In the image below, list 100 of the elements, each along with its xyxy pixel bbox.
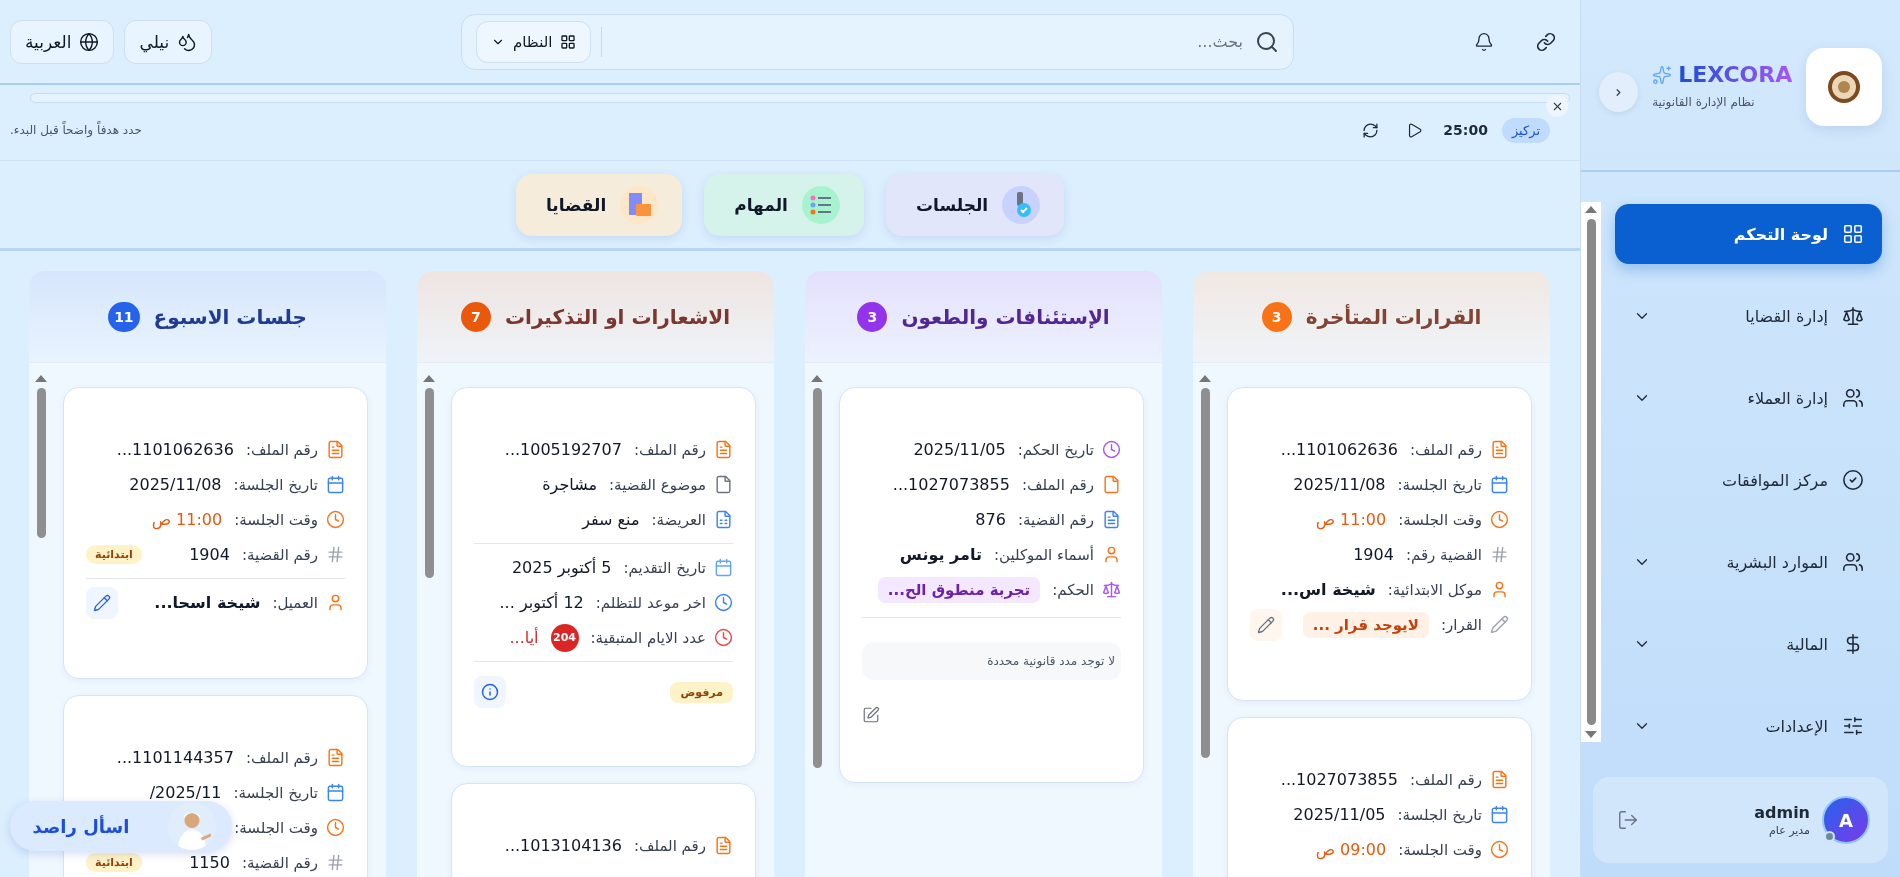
brand-subtitle: نظام الإدارة القانونية [1652,95,1755,109]
status-chip: مرفوض [670,681,733,703]
sidebar-item[interactable]: الإعدادات [1615,696,1882,756]
column-title: الاشعارات او التذكيرات [504,304,731,329]
field-value: 11:00 ص [151,510,223,529]
count-badge: 3 [857,301,888,332]
sidebar-item[interactable]: لوحة التحكم [1615,204,1882,264]
count-badge: 204 [550,623,579,652]
field-value: 1013104136... [504,836,622,855]
field-label: القضية رقم: [1405,545,1482,564]
field-label: تاريخ التقديم: [623,558,706,577]
pencil-icon [1257,615,1275,634]
field-value: 1027073855... [1280,770,1398,789]
grid-icon [1842,223,1864,245]
field-label: عدد الايام المتبقية: [590,628,706,647]
scales-icon [1842,305,1864,327]
mode-tag: تركيز [1501,117,1550,143]
checklist-icon [801,185,840,224]
field-label: رقم الملف: [1021,475,1094,494]
file-icon [1102,475,1121,494]
system-dropdown[interactable]: النظام [476,20,592,63]
field-value: شيخة اسحا... [154,593,261,612]
link-icon [1536,31,1556,52]
info-icon [481,683,499,701]
avatar: A [1822,796,1870,844]
scales-icon [1102,580,1121,599]
field-label: تاريخ الجلسة: [233,783,318,802]
pencil-icon [1490,615,1509,634]
count-badge: 11 [108,301,140,332]
sidebar-item[interactable]: الموارد البشرية [1615,532,1882,592]
hash-icon [1490,545,1509,564]
sparkle-icon [1652,64,1673,85]
field-label: رقم الملف: [633,440,706,459]
edit-button[interactable] [86,586,118,619]
edit-icon [862,706,880,724]
refresh-icon [1361,121,1379,139]
calendar-icon [326,475,345,494]
hash-icon [326,545,345,564]
field-value: 5 أكتوبر 2025 [511,558,612,577]
view-tab[interactable]: المهام [704,173,864,236]
field-value: 1904 [1353,545,1394,564]
field-label: القرار: [1440,615,1482,634]
bell-icon [1474,31,1494,52]
clock-icon [714,593,733,612]
clock-icon [1490,510,1509,529]
search-field[interactable]: بحث... النظام [461,13,1294,70]
scrollbar[interactable] [1581,202,1601,742]
field-label: تاريخ الجلسة: [1397,805,1482,824]
field-value: 2025/11/08 [1293,475,1386,494]
column-title: القرارات المتأخرة [1305,304,1482,329]
person-icon [1102,545,1121,564]
field-value: 1005192707... [504,440,622,459]
document-icon [714,440,733,459]
field-value: 876 [975,510,1006,529]
field-label: رقم القضية: [241,853,318,872]
sidebar-item[interactable]: مركز الموافقات [1615,450,1882,510]
users-icon [1842,551,1864,573]
column-title: الإستئنافات والطعون [901,304,1110,329]
field-label: وقت الجلسة: [234,510,318,529]
droplets-icon [177,31,198,52]
clock-icon [1102,440,1121,459]
field-label: وقت الجلسة: [1398,840,1482,859]
count-badge: 7 [460,301,491,332]
field-value: أيا... [509,628,539,647]
value-chip: لايوجد قرار ... [1302,611,1429,638]
badge-icon [1002,185,1041,224]
sidebar-item[interactable]: إدارة العملاء [1615,368,1882,428]
close-button[interactable] [1546,95,1568,117]
field-label: وقت الجلسة: [234,818,318,837]
hash-icon [326,853,345,872]
field-value: 09:00 ص [1315,840,1387,859]
field-label: موكل الابتدائية: [1387,580,1482,599]
field-label: رقم الملف: [1409,770,1482,789]
document-icon [1490,770,1509,789]
document-icon [1490,440,1509,459]
theme-button[interactable]: نيلي [124,19,213,64]
globe-icon [79,31,100,52]
seal-icon [1827,70,1862,104]
view-tab[interactable]: القضايا [515,173,683,236]
calendar-icon [1490,805,1509,824]
count-badge: 3 [1261,301,1292,332]
language-button[interactable]: العربية [10,19,115,64]
sidebar-item[interactable]: المالية [1615,614,1882,674]
calendar-icon [326,783,345,802]
sidebar-item[interactable]: إدارة القضايا [1615,286,1882,346]
field-value: مشاجرة [542,475,598,494]
user-name: admin [1754,803,1810,822]
field-value: 1027073855... [892,475,1010,494]
spreadsheet-icon [714,510,733,529]
calendar-icon [714,558,733,577]
field-value: 11:00 ص [1315,510,1387,529]
edit-button[interactable] [862,706,880,724]
clock-icon [326,818,345,837]
file-icon [714,475,733,494]
field-value: تامر يونس [899,545,982,564]
view-tab[interactable]: الجلسات [885,173,1065,236]
edit-button[interactable] [1250,608,1282,641]
info-button[interactable] [474,676,506,708]
field-value: 2025/11/05 [913,440,1006,459]
user-role: مدير عام [1768,824,1810,837]
